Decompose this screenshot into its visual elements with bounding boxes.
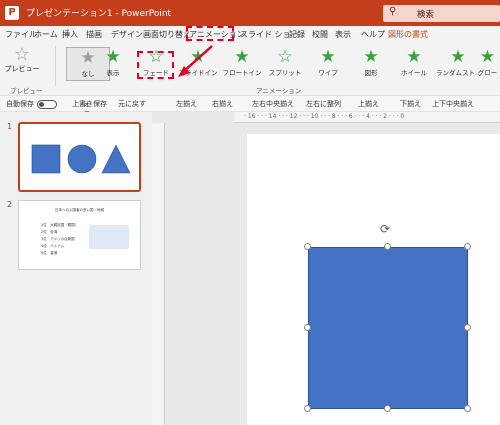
- slide-2-line: 1位 大韓民国（韓国）: [41, 223, 79, 227]
- slide-2-line: 5位 香港: [41, 251, 58, 255]
- resize-handle[interactable]: [304, 243, 311, 250]
- resize-handle[interactable]: [304, 405, 311, 412]
- slide-number-2: 2: [7, 200, 13, 209]
- align-top-button[interactable]: 上揃え: [358, 99, 379, 109]
- resize-handle[interactable]: [464, 405, 471, 412]
- align-left-button[interactable]: 左揃え: [176, 99, 197, 109]
- resize-handle[interactable]: [384, 243, 391, 250]
- save-button[interactable]: 上書き保存: [72, 99, 107, 109]
- rotate-handle-icon[interactable]: ⟳: [380, 222, 390, 236]
- slide-2-title: 日本への入国者の多い国・地域: [55, 208, 104, 212]
- slide-2-line: 3位 アメリカ合衆国: [41, 237, 75, 241]
- slide-2-line: 4位 ベトナム: [41, 244, 65, 248]
- slide-number-1: 1: [7, 122, 13, 131]
- align-bottom-button[interactable]: 下揃え: [400, 99, 421, 109]
- horizontal-ruler: · 16 · · · 14 · · · 12 · · · 10 · · · 8 …: [234, 112, 500, 123]
- quick-access-toolbar: 自動保存 オフ 上書き保存 元に戻す 左揃え 右揃え 左右中央揃え 左右に整列 …: [0, 96, 500, 118]
- autosave-label: 自動保存: [6, 100, 34, 108]
- resize-handle[interactable]: [384, 405, 391, 412]
- resize-handle[interactable]: [464, 324, 471, 331]
- distribute-horizontal-button[interactable]: 左右に整列: [306, 99, 341, 109]
- map-image: [89, 225, 129, 249]
- slide-thumbnail-2[interactable]: 日本への入国者の多い国・地域 1位 大韓民国（韓国） 2位 台湾 3位 アメリカ…: [18, 200, 141, 270]
- resize-handle[interactable]: [304, 324, 311, 331]
- autosave-toggle[interactable]: オフ: [37, 100, 90, 118]
- circle-shape: [67, 144, 97, 174]
- undo-button[interactable]: 元に戻す: [118, 99, 146, 109]
- toggle-knob: [39, 102, 44, 107]
- vertical-ruler: [152, 123, 165, 425]
- align-right-button[interactable]: 右揃え: [212, 99, 233, 109]
- align-middle-button[interactable]: 上下中央揃え: [432, 99, 474, 109]
- ruler-marks: · 16 · · · 14 · · · 12 · · · 10 · · · 8 …: [244, 113, 405, 120]
- resize-handle[interactable]: [464, 243, 471, 250]
- triangle-shape: [101, 144, 131, 174]
- selected-square-shape[interactable]: [308, 247, 468, 409]
- align-center-button[interactable]: 左右中央揃え: [252, 99, 294, 109]
- slide-2-line: 2位 台湾: [41, 230, 58, 234]
- slide-1-shapes: [31, 144, 131, 174]
- square-shape: [31, 144, 61, 174]
- slide-thumbnail-1[interactable]: [18, 122, 141, 192]
